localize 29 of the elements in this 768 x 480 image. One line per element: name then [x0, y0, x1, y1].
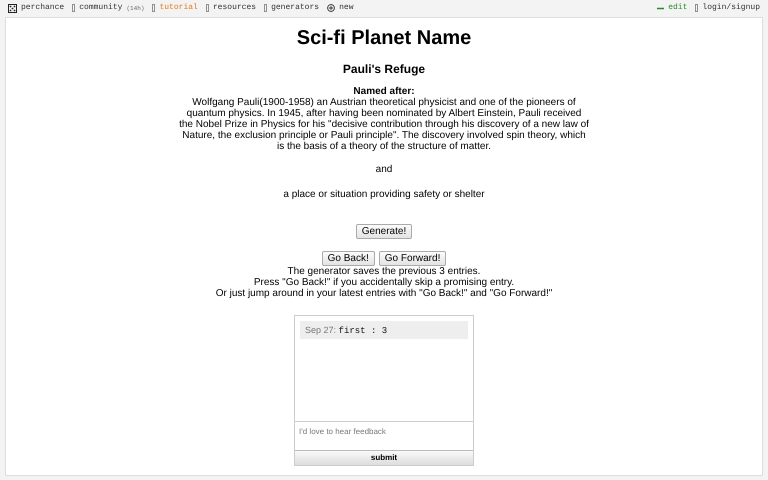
- section-label: Named after:: [352, 86, 416, 97]
- history-button[interactable]: Go Back!: [322, 251, 375, 266]
- nav-link-text[interactable]: login/signup: [702, 2, 760, 14]
- plus-icon: [327, 4, 336, 12]
- glyph-icon: [72, 4, 76, 12]
- nav-link-text[interactable]: perchance: [21, 2, 64, 14]
- glyph-icon: [264, 4, 268, 12]
- note-text: The generator saves the previous 3 entries.: [288, 266, 480, 277]
- generate-button[interactable]: Generate!: [356, 224, 412, 239]
- glyph-icon: [206, 4, 209, 12]
- note-text: Press "Go Back!" if you accidentally skip a promising entry.: [254, 277, 514, 288]
- submit-button[interactable]: submit: [295, 450, 473, 465]
- nav-link-text[interactable]: community: [79, 2, 122, 14]
- nav-link-text[interactable]: resources: [212, 2, 256, 14]
- dice-icon: [8, 4, 17, 12]
- comment-date: Sep 27:: [305, 325, 336, 335]
- comment-text: first : 3: [338, 326, 388, 336]
- nav-link-text[interactable]: edit: [668, 2, 688, 14]
- planet-name: Pauli's Refuge: [342, 62, 426, 76]
- history-button[interactable]: Go Forward!: [378, 251, 446, 266]
- meaning-text: a place or situation providing safety or shelter: [283, 188, 485, 202]
- glyph-icon: [695, 4, 698, 12]
- nav-link-text[interactable]: generators: [271, 2, 320, 14]
- conjunction-text: and: [376, 163, 392, 177]
- description-text: Wolfgang Pauli(1900-1958) an Austrian theoretical physicist and one of the pioneers of quantum physics. In 1945, after having been nominated by Albert Einstein, Pauli received the Nobel Prize in Physics for his "decisive contribution through his discovery of a new law of Nature, the exclusion principle or Pauli principle". The discovery involved spin theory, which is the basis of a theory of the structure of matter.: [179, 97, 589, 152]
- glyph-icon: [152, 4, 156, 12]
- nav-link-text[interactable]: new: [339, 2, 354, 14]
- note-text: Or just jump around in your latest entries with "Go Back!" and "Go Forward!": [216, 288, 552, 299]
- page-title: Sci-fi Planet Name: [296, 26, 472, 50]
